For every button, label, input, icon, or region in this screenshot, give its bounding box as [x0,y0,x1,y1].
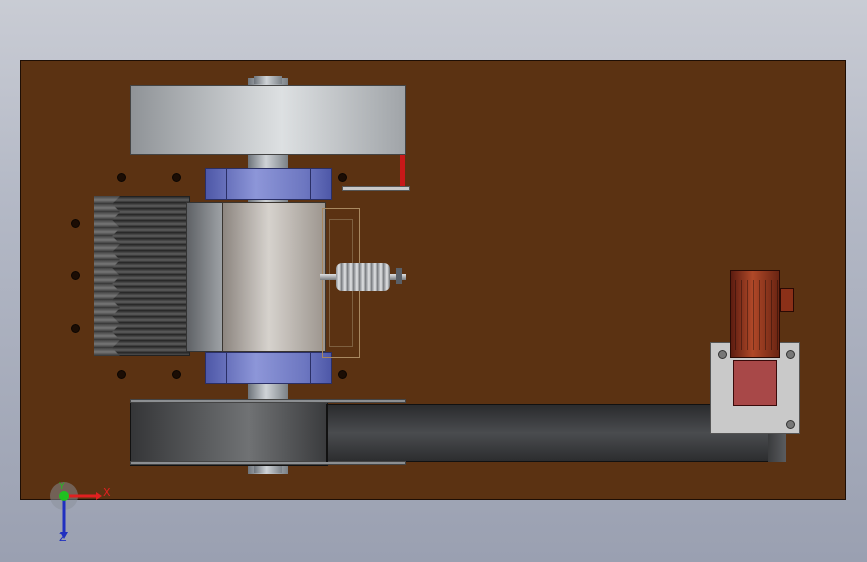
drum-housing[interactable] [186,202,224,352]
bolt-hole [71,219,80,228]
bolt-hole [71,324,80,333]
bolt-hole [71,271,80,280]
mount-hole [786,350,795,359]
lever-handle[interactable] [400,155,405,189]
bolt-hole [117,173,126,182]
screw-nut [396,268,402,284]
cad-viewport[interactable]: X Y Z [0,0,867,562]
y-axis-label: Y [59,482,65,492]
bolt-hole [172,173,181,182]
motor-terminal-box [780,288,794,312]
shaft-end-bottom [254,465,282,473]
crusher-drum[interactable] [222,202,326,352]
y-axis-dot-icon [59,491,69,501]
pulley-rim-top [130,399,406,403]
bearing-bottom[interactable] [205,352,332,384]
bolt-hole [117,370,126,379]
motor-fins [730,280,780,350]
gearbox[interactable] [733,360,777,406]
pulley-rim-bottom [130,461,406,465]
x-axis-label: X [103,486,111,499]
lever-arm[interactable] [342,186,410,191]
bearing-top[interactable] [205,168,332,200]
z-axis-label: Z [59,531,67,544]
mount-hole [718,350,727,359]
mount-hole [786,420,795,429]
shaft-end-top [254,76,282,84]
top-roll[interactable] [130,85,406,155]
bolt-hole [338,370,347,379]
tension-spring[interactable] [336,263,390,291]
belt-seam [326,404,328,462]
bolt-hole [338,173,347,182]
bolt-hole [172,370,181,379]
x-axis-arrow-icon [96,492,102,500]
belt-pulley[interactable] [130,400,328,466]
